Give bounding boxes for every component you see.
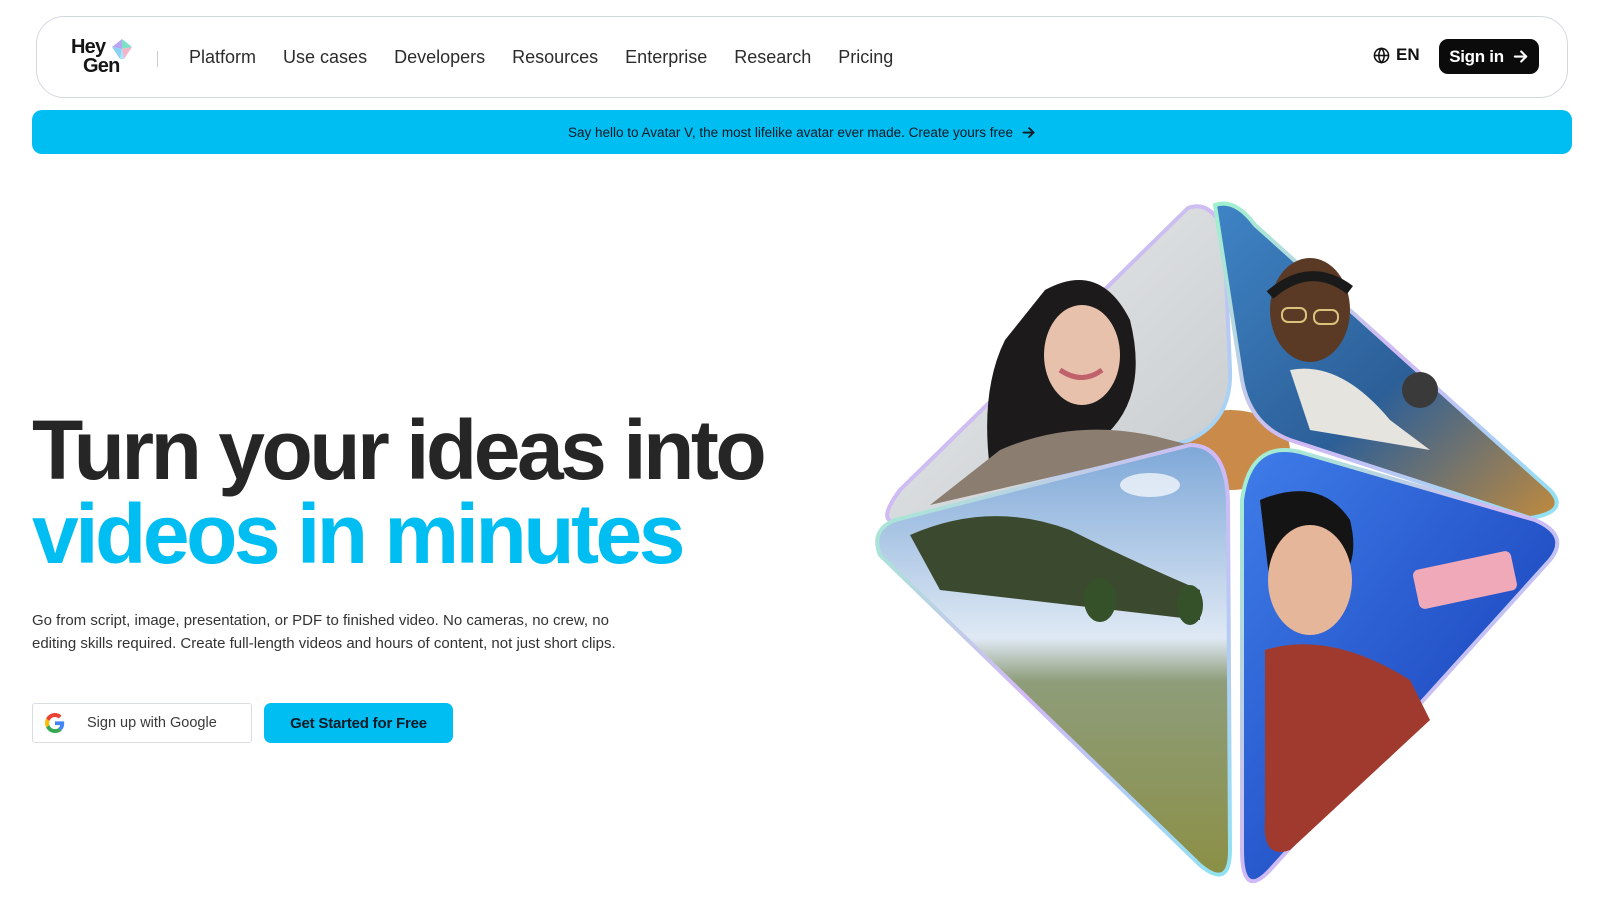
arrow-right-icon <box>1513 50 1528 63</box>
sign-in-button[interactable]: Sign in <box>1439 39 1539 74</box>
heygen-logo[interactable]: Hey Gen <box>71 37 133 77</box>
hero-title-line2: videos in minutes <box>32 487 686 581</box>
get-started-button[interactable]: Get Started for Free <box>264 703 453 743</box>
language-label: EN <box>1396 45 1420 64</box>
google-icon <box>45 713 65 733</box>
globe-icon <box>1373 46 1390 64</box>
hero-video-diamond <box>875 201 1560 884</box>
main-nav: Platform Use cases Developers Resources … <box>189 17 893 97</box>
language-selector[interactable]: EN <box>1373 45 1420 65</box>
nav-enterprise[interactable]: Enterprise <box>625 47 707 68</box>
google-signup-button[interactable]: Sign up with Google <box>32 703 252 743</box>
logo-gem-icon <box>112 39 132 59</box>
video-tile-landscape <box>875 442 1233 877</box>
page: Hey Gen Platform Use cases Developers Re… <box>0 0 1600 900</box>
hero-title-line1: Turn your ideas into <box>32 403 767 497</box>
nav-pricing[interactable]: Pricing <box>838 47 893 68</box>
sign-in-label: Sign in <box>1449 46 1504 66</box>
nav-developers[interactable]: Developers <box>394 47 485 68</box>
nav-research[interactable]: Research <box>734 47 811 68</box>
video-tile-man-avatar <box>1240 448 1560 884</box>
hero-title: Turn your ideas into videos in minutes <box>32 403 767 581</box>
nav-divider <box>157 51 158 67</box>
get-started-label: Get Started for Free <box>290 714 427 732</box>
google-signup-label: Sign up with Google <box>87 715 217 731</box>
arrow-right-icon <box>1022 126 1035 138</box>
top-navbar: Hey Gen Platform Use cases Developers Re… <box>36 16 1568 98</box>
hero-subtitle: Go from script, image, presentation, or … <box>32 612 616 652</box>
nav-use-cases[interactable]: Use cases <box>283 47 367 68</box>
nav-resources[interactable]: Resources <box>512 47 598 68</box>
announcement-banner[interactable]: Say hello to Avatar V, the most lifelike… <box>32 110 1572 154</box>
logo-text-hey: Hey <box>71 36 106 58</box>
announcement-text: Say hello to Avatar V, the most lifelike… <box>568 124 1013 140</box>
nav-platform[interactable]: Platform <box>189 47 256 68</box>
